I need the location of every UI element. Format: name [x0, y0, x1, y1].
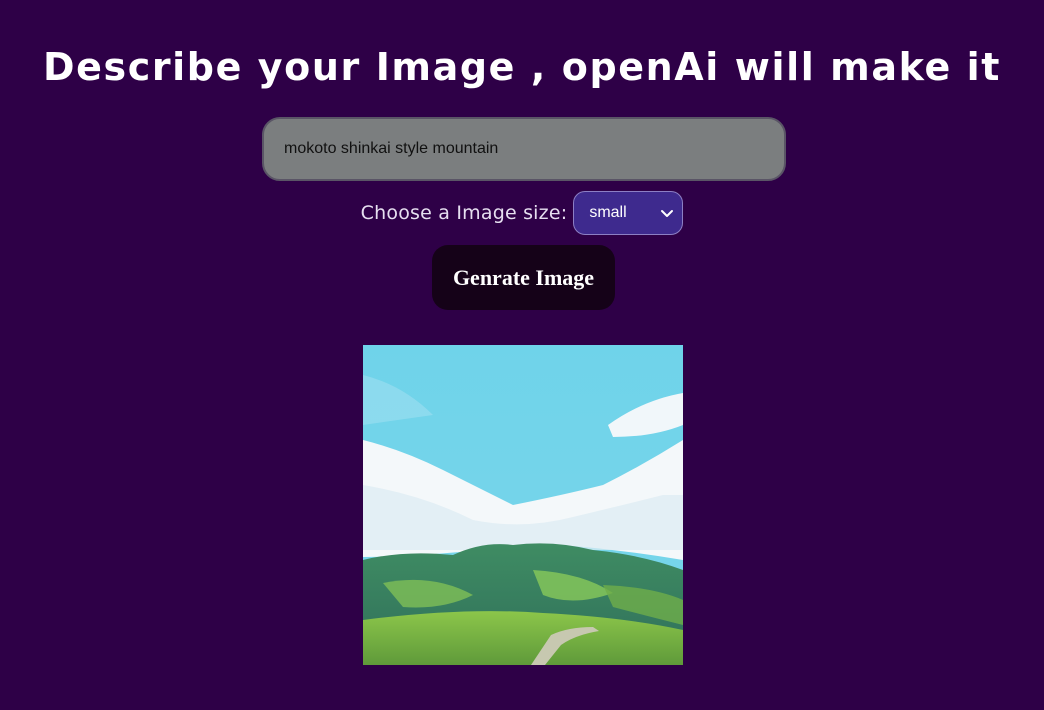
size-label: Choose a Image size:: [360, 202, 568, 224]
chevron-down-icon: [661, 210, 674, 217]
generated-image-graphic: [363, 345, 683, 665]
page-title: Describe your Image , openAi will make i…: [42, 45, 1002, 90]
generate-image-button[interactable]: Genrate Image: [432, 245, 615, 310]
size-row: Choose a Image size: small: [0, 191, 1044, 235]
size-select-value: small: [589, 204, 627, 221]
prompt-input[interactable]: [262, 117, 786, 181]
generated-image: [363, 345, 683, 665]
size-select[interactable]: small: [573, 191, 684, 235]
